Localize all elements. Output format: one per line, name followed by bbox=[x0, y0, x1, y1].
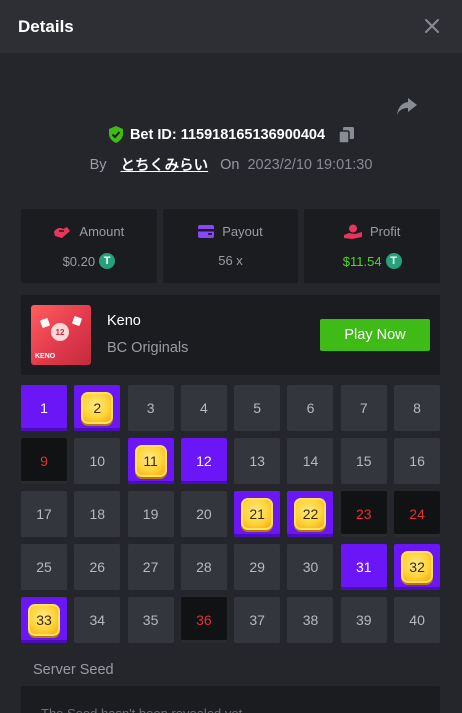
gem-icon: 33 bbox=[28, 604, 60, 636]
thumb-label: KENO bbox=[35, 353, 56, 360]
close-icon[interactable] bbox=[422, 16, 442, 36]
server-seed-label: Server Seed bbox=[33, 662, 114, 678]
profit-label: Profit bbox=[370, 224, 401, 239]
usdt-coin-icon: T bbox=[385, 253, 402, 269]
amount-label: Amount bbox=[79, 224, 125, 239]
keno-ball-icon: 12 bbox=[51, 323, 69, 341]
bet-id-row: Bet ID: 115918165136900404 bbox=[0, 126, 462, 143]
copy-icon[interactable] bbox=[339, 126, 355, 143]
keno-cell-1: 1 bbox=[21, 385, 67, 431]
game-name: Keno bbox=[107, 313, 141, 329]
keno-cell-9: 9 bbox=[21, 438, 67, 484]
profit-icon bbox=[344, 224, 362, 239]
stat-amount: Amount $0.20 T bbox=[21, 209, 157, 283]
keno-cell-27: 27 bbox=[127, 544, 174, 590]
username-link[interactable]: とちくみらい bbox=[121, 154, 209, 175]
amount-icon bbox=[54, 226, 71, 238]
keno-thumbnail[interactable]: 12 KENO bbox=[31, 305, 91, 365]
keno-cell-28: 28 bbox=[180, 544, 227, 590]
keno-cell-31: 31 bbox=[340, 544, 387, 590]
keno-cell-39: 39 bbox=[340, 597, 387, 643]
game-provider: BC Originals bbox=[107, 340, 189, 356]
bet-date: 2023/2/10 19:01:30 bbox=[247, 156, 373, 173]
payout-label: Payout bbox=[222, 224, 263, 239]
keno-cell-24: 24 bbox=[394, 491, 441, 537]
keno-cell-34: 34 bbox=[74, 597, 121, 643]
bet-id: Bet ID: 115918165136900404 bbox=[129, 126, 326, 143]
keno-cell-22: 22 bbox=[287, 491, 334, 537]
keno-cell-26: 26 bbox=[74, 544, 121, 590]
on-label: On bbox=[220, 156, 240, 173]
stat-payout: Payout 56 x bbox=[162, 209, 299, 283]
by-label: By bbox=[89, 156, 107, 173]
dice-icon bbox=[39, 317, 51, 329]
keno-cell-32: 32 bbox=[394, 544, 441, 590]
keno-cell-8: 8 bbox=[394, 385, 441, 431]
keno-cell-12: 12 bbox=[180, 438, 227, 484]
profit-value: $11.54 bbox=[342, 253, 382, 269]
keno-cell-18: 18 bbox=[74, 491, 121, 537]
bet-stats: Amount $0.20 T Payout 56 x Profit $11.54… bbox=[21, 209, 441, 283]
amount-value: $0.20 bbox=[62, 253, 96, 269]
keno-cell-23: 23 bbox=[340, 491, 387, 537]
keno-cell-35: 35 bbox=[127, 597, 174, 643]
keno-cell-21: 21 bbox=[234, 491, 281, 537]
bet-meta-row: By とちくみらい On 2023/2/10 19:01:30 bbox=[0, 154, 462, 175]
payout-value: 56 x bbox=[218, 253, 243, 268]
keno-cell-25: 25 bbox=[21, 544, 67, 590]
keno-cell-19: 19 bbox=[127, 491, 174, 537]
share-icon[interactable] bbox=[396, 96, 418, 116]
gem-icon: 22 bbox=[294, 498, 327, 530]
keno-cell-3: 3 bbox=[127, 385, 174, 431]
keno-cell-30: 30 bbox=[287, 544, 334, 590]
payout-icon bbox=[198, 225, 215, 238]
play-now-button[interactable]: Play Now bbox=[320, 319, 430, 351]
keno-cell-11: 11 bbox=[127, 438, 174, 484]
keno-cell-37: 37 bbox=[234, 597, 281, 643]
gem-icon: 2 bbox=[81, 392, 114, 424]
keno-cell-13: 13 bbox=[234, 438, 281, 484]
keno-cell-16: 16 bbox=[394, 438, 441, 484]
keno-cell-17: 17 bbox=[21, 491, 67, 537]
gem-icon: 11 bbox=[134, 445, 167, 477]
keno-cell-7: 7 bbox=[340, 385, 387, 431]
keno-cell-5: 5 bbox=[234, 385, 281, 431]
keno-cell-29: 29 bbox=[234, 544, 281, 590]
keno-cell-4: 4 bbox=[180, 385, 227, 431]
dice-icon bbox=[71, 315, 83, 327]
stat-profit: Profit $11.54 T bbox=[304, 209, 441, 283]
keno-cell-10: 10 bbox=[74, 438, 121, 484]
keno-cell-38: 38 bbox=[287, 597, 334, 643]
keno-cell-36: 36 bbox=[180, 597, 227, 643]
keno-cell-33: 33 bbox=[21, 597, 67, 643]
keno-grid: 1 2 3 4 5 6 7 8 9 10 11 12 13 14 15 16 17 18 19 20 21 22 23 24 2… bbox=[21, 385, 441, 643]
gem-icon: 32 bbox=[401, 551, 434, 583]
header-title: Details bbox=[18, 16, 74, 36]
game-card: 12 KENO Keno BC Originals Play Now bbox=[21, 295, 440, 375]
usdt-coin-icon: T bbox=[99, 253, 116, 269]
server-seed-value: The Seed hasn't been revealed yet bbox=[21, 686, 440, 713]
gem-icon: 21 bbox=[241, 498, 274, 530]
verified-shield-icon bbox=[108, 126, 123, 143]
details-header: Details bbox=[0, 0, 462, 53]
keno-cell-14: 14 bbox=[287, 438, 334, 484]
keno-cell-15: 15 bbox=[340, 438, 387, 484]
keno-cell-2: 2 bbox=[74, 385, 121, 431]
keno-cell-6: 6 bbox=[287, 385, 334, 431]
keno-cell-20: 20 bbox=[180, 491, 227, 537]
keno-cell-40: 40 bbox=[394, 597, 441, 643]
